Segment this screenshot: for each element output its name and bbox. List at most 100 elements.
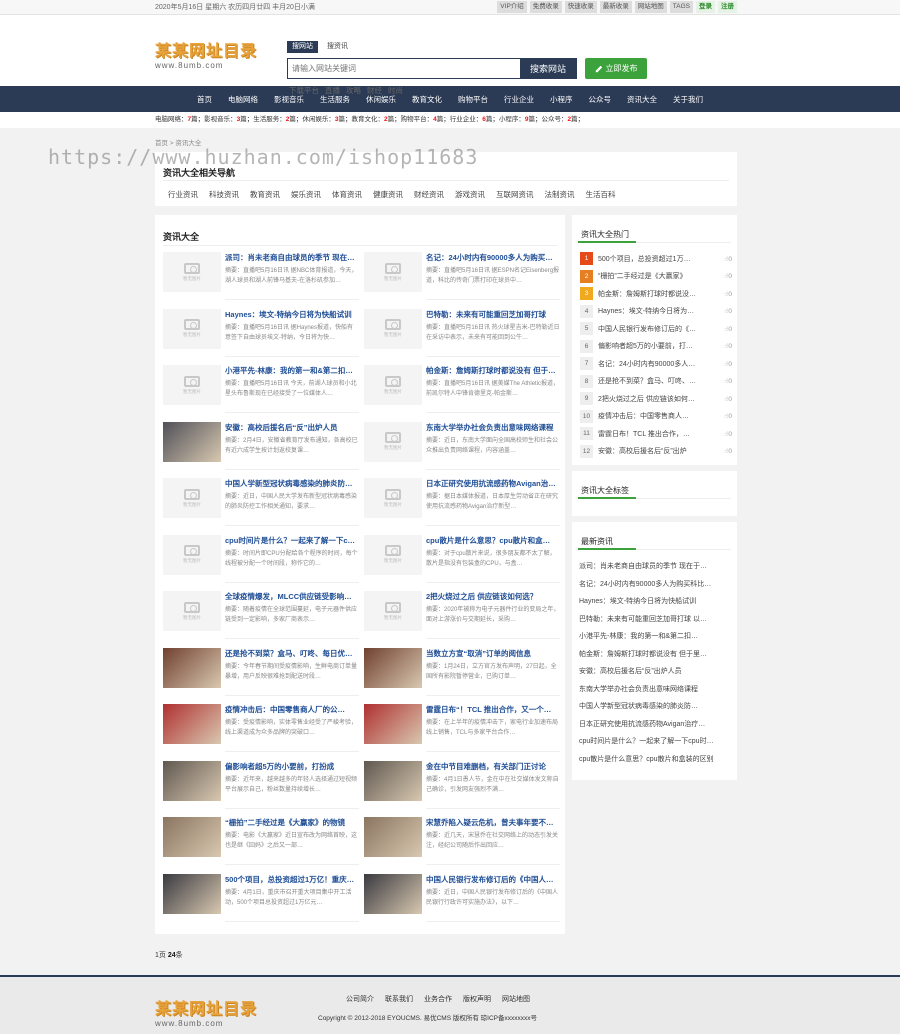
article-title[interactable]: 雷霆日布“！TCL 推出合作，又一个…	[426, 704, 560, 715]
related-tag[interactable]: 科技资讯	[209, 189, 239, 200]
category-count[interactable]: 电脑网络：7篇；	[155, 116, 204, 123]
article-title[interactable]: 派司：肖未老商自由球员的季节 现在…	[225, 252, 359, 263]
article-item[interactable]: 还是抢不到菜？盒马、叮咚、每日优… 摘要：今年春节期间受疫情影响，生鲜电商订单量暴…	[163, 644, 359, 698]
placeholder-thumbnail[interactable]: 暂无图片	[163, 365, 221, 405]
hot-item-title[interactable]: 偏影响者超5万的小要前，打…	[598, 341, 714, 351]
related-tag[interactable]: 游戏资讯	[455, 189, 485, 200]
article-thumbnail[interactable]	[364, 647, 422, 688]
hot-item-title[interactable]: 2把火烧过之后 供应链该如何…	[598, 394, 714, 404]
top-link[interactable]: 快速收录	[564, 1, 597, 13]
related-tag[interactable]: 行业资讯	[168, 189, 198, 200]
article-item[interactable]: 疫情冲击后：中国零售商人厂的公… 摘要：受疫情影响，实体零售业经受了严峻考验，线上…	[163, 700, 359, 754]
article-item[interactable]: 偏影响者超5万的小要前，打扮成 摘要：近年来，越来越多的年轻人选择通过短视频平台展…	[163, 757, 359, 811]
nav-item[interactable]: 小程序	[542, 94, 581, 105]
article-thumbnail[interactable]	[163, 704, 221, 744]
article-title[interactable]: 帕金斯：詹姆斯打球时都说没有 但于…	[426, 365, 560, 376]
article-item[interactable]: 暂无图片 名记：24小时内有90000多人为购买… 摘要：直播吧5月16日讯 据ES…	[364, 248, 560, 302]
hot-item-title[interactable]: 疫情冲击后：中国零售商人…	[598, 411, 714, 421]
footer-link[interactable]: 公司简介	[346, 994, 374, 1004]
hot-item[interactable]: 2 “栅拍”二手经过是《大赢家》 ☝0	[580, 268, 732, 286]
hot-item-title[interactable]: 中国人民银行发布修订后的《…	[598, 324, 714, 334]
article-thumbnail[interactable]	[364, 873, 422, 914]
placeholder-thumbnail[interactable]: 暂无图片	[364, 478, 422, 518]
category-count[interactable]: 休闲娱乐：3篇；	[302, 116, 351, 123]
footer-link[interactable]: 版权声明	[463, 994, 491, 1004]
related-tag[interactable]: 教育资讯	[250, 189, 280, 200]
article-thumbnail[interactable]	[163, 873, 221, 914]
latest-item[interactable]: 日本正研究使用抗流感药物Avigan治疗…	[579, 716, 731, 734]
nav-item-home[interactable]: 首页	[189, 94, 220, 105]
article-item[interactable]: 暂无图片 cpu时间片是什么？一起来了解一下c… 摘要：时间片即CPU分配给各个程序…	[163, 531, 359, 585]
hot-item[interactable]: 4 Haynes：埃文-特纳今日将为… ☝0	[580, 303, 732, 321]
latest-item[interactable]: 巴特勒：未来有可能重回芝加哥打球 以…	[579, 611, 731, 629]
tab-search-news[interactable]: 搜资讯	[322, 41, 353, 53]
article-item[interactable]: 暂无图片 日本正研究使用抗流感药物Avigan治… 摘要：据日本媒体报道，日本厚生劳…	[364, 474, 560, 528]
placeholder-thumbnail[interactable]: 暂无图片	[163, 478, 221, 518]
nav-item[interactable]: 公众号	[581, 94, 620, 105]
placeholder-thumbnail[interactable]: 暂无图片	[163, 308, 221, 349]
category-count[interactable]: 生活服务：2篇；	[253, 116, 302, 123]
placeholder-thumbnail[interactable]: 暂无图片	[364, 421, 422, 462]
related-tag[interactable]: 生活百科	[586, 189, 616, 200]
article-title[interactable]: 疫情冲击后：中国零售商人厂的公…	[225, 704, 359, 715]
nav-item-about[interactable]: 关于我们	[665, 94, 711, 105]
article-item[interactable]: 雷霆日布“！TCL 推出合作，又一个… 摘要：在上半年的疫情冲击下，家电行业加速布…	[364, 700, 560, 754]
hot-item[interactable]: 7 名记：24小时内有90000多人… ☝0	[580, 355, 732, 373]
nav-item[interactable]: 行业企业	[496, 94, 542, 105]
category-count[interactable]: 公众号：2篇；	[542, 116, 585, 123]
latest-item[interactable]: 安徽：高校后援名后“反”出炉人员	[579, 663, 731, 681]
hot-item-title[interactable]: Haynes：埃文-特纳今日将为…	[598, 306, 714, 316]
category-count[interactable]: 影视音乐：3篇；	[204, 116, 253, 123]
hot-item-title[interactable]: “栅拍”二手经过是《大赢家》	[598, 271, 714, 281]
article-item[interactable]: 中国人民银行发布修订后的《中国人… 摘要：近日，中国人民银行发布修订后的《中国人民…	[364, 870, 560, 924]
article-thumbnail[interactable]	[163, 760, 221, 801]
article-title[interactable]: 名记：24小时内有90000多人为购买…	[426, 252, 560, 263]
category-count[interactable]: 行业企业：6篇；	[450, 116, 499, 123]
article-item[interactable]: 安徽：高校后援名后“反”出炉人员 摘要：2月4日，安徽省教育厅发布通知，各高校已有…	[163, 418, 359, 472]
article-title[interactable]: cpu时间片是什么？一起来了解一下c…	[225, 535, 359, 546]
top-link[interactable]: TAGS	[669, 1, 693, 13]
related-tag[interactable]: 健康资讯	[373, 189, 403, 200]
hot-item[interactable]: 9 2把火烧过之后 供应链该如何… ☝0	[580, 390, 732, 408]
tab-search-sites[interactable]: 搜网站	[287, 41, 318, 53]
hot-item-title[interactable]: 名记：24小时内有90000多人…	[598, 359, 714, 369]
article-title[interactable]: 偏影响者超5万的小要前，打扮成	[225, 761, 359, 772]
article-thumbnail[interactable]	[163, 817, 221, 857]
nav-item-news[interactable]: 资讯大全	[619, 94, 665, 105]
article-item[interactable]: 宋慧乔陷入疑云危机，曾夫事年要不… 摘要：近几天，宋慧乔在社交网络上的动态引发关注…	[364, 813, 560, 867]
latest-item[interactable]: 小港平先-林康：我的第一和&第二扣…	[579, 628, 731, 646]
latest-item[interactable]: 帕金斯：詹姆斯打球时都说没有 但于里…	[579, 646, 731, 664]
placeholder-thumbnail[interactable]: 暂无图片	[364, 591, 422, 631]
article-title[interactable]: 2把火烧过之后 供应链该如何选？	[426, 591, 560, 602]
article-item[interactable]: 暂无图片 Haynes：埃文-特纳今日将为快船试训 摘要：直播吧5月16日讯 据Ha…	[163, 305, 359, 359]
related-tag[interactable]: 财经资讯	[414, 189, 444, 200]
hot-item-title[interactable]: 还是抢不到菜？盒马、叮咚、…	[598, 376, 714, 386]
category-count[interactable]: 小程序：9篇；	[499, 116, 542, 123]
placeholder-thumbnail[interactable]: 暂无图片	[364, 534, 422, 575]
related-tag[interactable]: 娱乐资讯	[291, 189, 321, 200]
category-count[interactable]: 购物平台：4篇；	[401, 116, 450, 123]
article-item[interactable]: 暂无图片 帕金斯：詹姆斯打球时都说没有 但于… 摘要：直播吧5月16日讯 据美媒Th…	[364, 361, 560, 415]
latest-item[interactable]: cpu散片是什么意思？cpu散片和盒装的区别	[579, 751, 731, 769]
article-title[interactable]: 巴特勒：未来有可能重回芝加哥打球	[426, 309, 560, 320]
related-tag[interactable]: 体育资讯	[332, 189, 362, 200]
article-item[interactable]: “栅拍”二手经过是《大赢家》的物镜 摘要：电影《大赢家》近日宣布改为网络首映，这也…	[163, 813, 359, 867]
hot-item-title[interactable]: 安徽：高校后援名后“反”出炉	[598, 446, 714, 456]
latest-item[interactable]: Haynes：埃文-特纳今日将为快船试训	[579, 593, 731, 611]
article-title[interactable]: “栅拍”二手经过是《大赢家》的物镜	[225, 817, 359, 828]
article-title[interactable]: 还是抢不到菜？盒马、叮咚、每日优…	[225, 648, 359, 659]
search-button[interactable]: 搜索网站	[520, 59, 576, 78]
article-item[interactable]: 暂无图片 小港平先-林康：我的第一和&第二扣… 摘要：直播吧5月16日讯 今天，前湖…	[163, 361, 359, 415]
article-thumbnail[interactable]	[163, 647, 221, 688]
hot-item[interactable]: 12 安徽：高校后援名后“反”出炉 ☝0	[580, 443, 732, 461]
article-item[interactable]: 暂无图片 全球疫情爆发，MLCC供应链受影响… 摘要：随着疫情在全球范围蔓延，电子元…	[163, 587, 359, 641]
article-title[interactable]: 500个项目，总投资超过1万亿！重庆…	[225, 874, 359, 885]
breadcrumb[interactable]: 首页 > 资讯大全	[155, 137, 201, 147]
hot-item[interactable]: 10 疫情冲击后：中国零售商人… ☝0	[580, 408, 732, 426]
placeholder-thumbnail[interactable]: 暂无图片	[163, 534, 221, 575]
article-title[interactable]: 日本正研究使用抗流感药物Avigan治…	[426, 478, 560, 489]
footer-link[interactable]: 网站地图	[502, 994, 530, 1004]
hot-word[interactable]: 下载平台	[289, 85, 319, 96]
hot-word[interactable]: 攻略	[346, 85, 361, 96]
article-item[interactable]: 暂无图片 中国人学新型冠状病毒感染的肺炎防… 摘要：近日，中国人民大学发布新型冠状病…	[163, 474, 359, 528]
